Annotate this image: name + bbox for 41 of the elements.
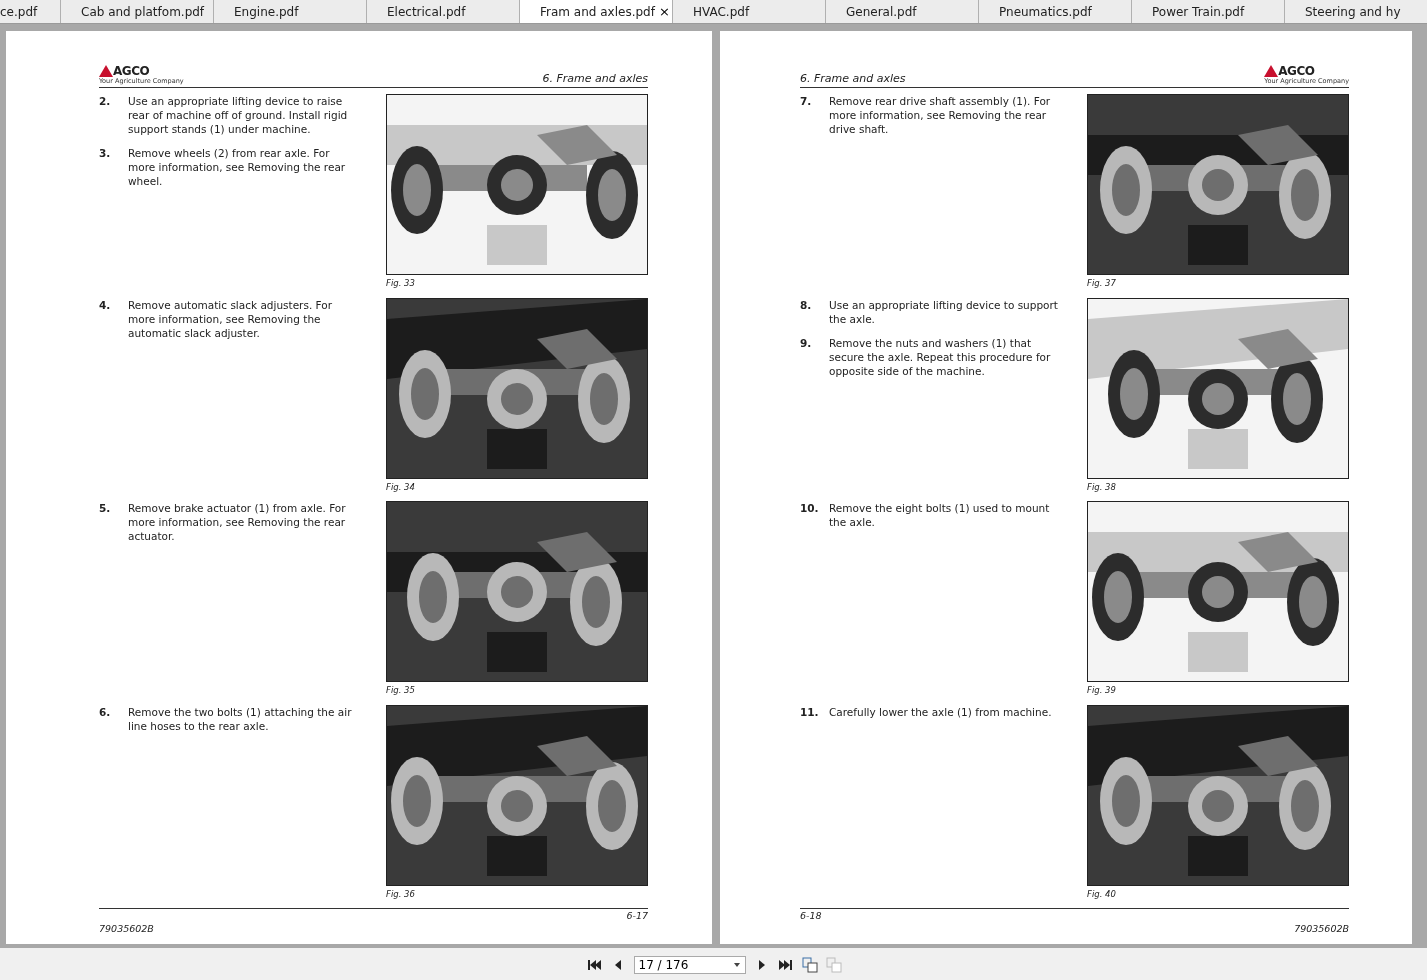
document-number: 79035602B bbox=[1294, 923, 1349, 934]
figure-caption: Fig. 38 bbox=[1087, 481, 1116, 492]
page-number: 6-17 bbox=[626, 910, 648, 921]
figure-caption: Fig. 33 bbox=[386, 278, 415, 288]
step-number: 3. bbox=[99, 146, 112, 161]
close-icon[interactable]: × bbox=[654, 4, 674, 19]
figure-caption: Fig. 34 bbox=[386, 481, 415, 492]
step-number: 6. bbox=[99, 704, 112, 720]
step-number: 10. bbox=[800, 501, 820, 516]
step-number: 9. bbox=[800, 335, 813, 351]
figure-caption: Fig. 36 bbox=[386, 888, 415, 899]
step-number: 11. bbox=[800, 704, 820, 719]
dropdown-arrow-icon[interactable] bbox=[733, 963, 740, 967]
step-text: Use an appropriate lifting device to support the axle. bbox=[829, 297, 1059, 326]
step-text: Remove brake actuator (1) from axle. For more information, see Removing the rear actuator. bbox=[128, 501, 347, 543]
page-number-field[interactable]: 17 / 176 bbox=[633, 956, 746, 974]
step-number: 5. bbox=[99, 501, 112, 516]
figure-caption: Fig. 39 bbox=[1087, 685, 1116, 695]
section-header: 6. Frame and axles bbox=[542, 72, 648, 85]
step-text: Use an appropriate lifting device to raise rear of machine off of ground. Install rigid support stands (1) under machine. bbox=[128, 94, 349, 136]
step-text: Remove rear drive shaft assembly (1). For more information, see Removing the rear drive shaft. bbox=[829, 94, 1052, 136]
step-text: Remove wheels (2) from rear axle. For more information, see Removing the rear wheel. bbox=[128, 146, 347, 188]
figure-caption: Fig. 40 bbox=[1087, 888, 1116, 899]
last-page-button[interactable] bbox=[777, 957, 794, 973]
step-text: Remove the eight bolts (1) used to mount the axle. bbox=[829, 501, 1051, 529]
page-layout-icon[interactable] bbox=[801, 957, 818, 973]
page-number: 6-18 bbox=[800, 910, 822, 921]
step-text: Remove the nuts and washers (1) that secure the axle. Repeat this procedure for opposite side of the machine. bbox=[829, 335, 1052, 378]
step-number: 7. bbox=[800, 94, 813, 109]
first-page-button[interactable] bbox=[585, 957, 602, 973]
step-number: 4. bbox=[99, 297, 112, 313]
step-text: Remove automatic slack adjusters. For more information, see Removing the automatic slack adjuster. bbox=[128, 297, 333, 340]
figure-caption: Fig. 37 bbox=[1087, 278, 1116, 288]
step-text: Remove the two bolts (1) attaching the air line hoses to the rear axle. bbox=[128, 704, 353, 733]
step-number: 2. bbox=[99, 94, 112, 109]
step-text: Carefully lower the axle (1) from machine. bbox=[829, 704, 1052, 719]
file-tab[interactable]: Fram and axles.pdf × bbox=[519, 0, 672, 23]
step-number: 8. bbox=[800, 297, 813, 313]
figure-caption: Fig. 35 bbox=[386, 685, 415, 695]
section-header: 6. Frame and axles bbox=[800, 72, 906, 85]
document-number: 79035602B bbox=[99, 923, 154, 934]
